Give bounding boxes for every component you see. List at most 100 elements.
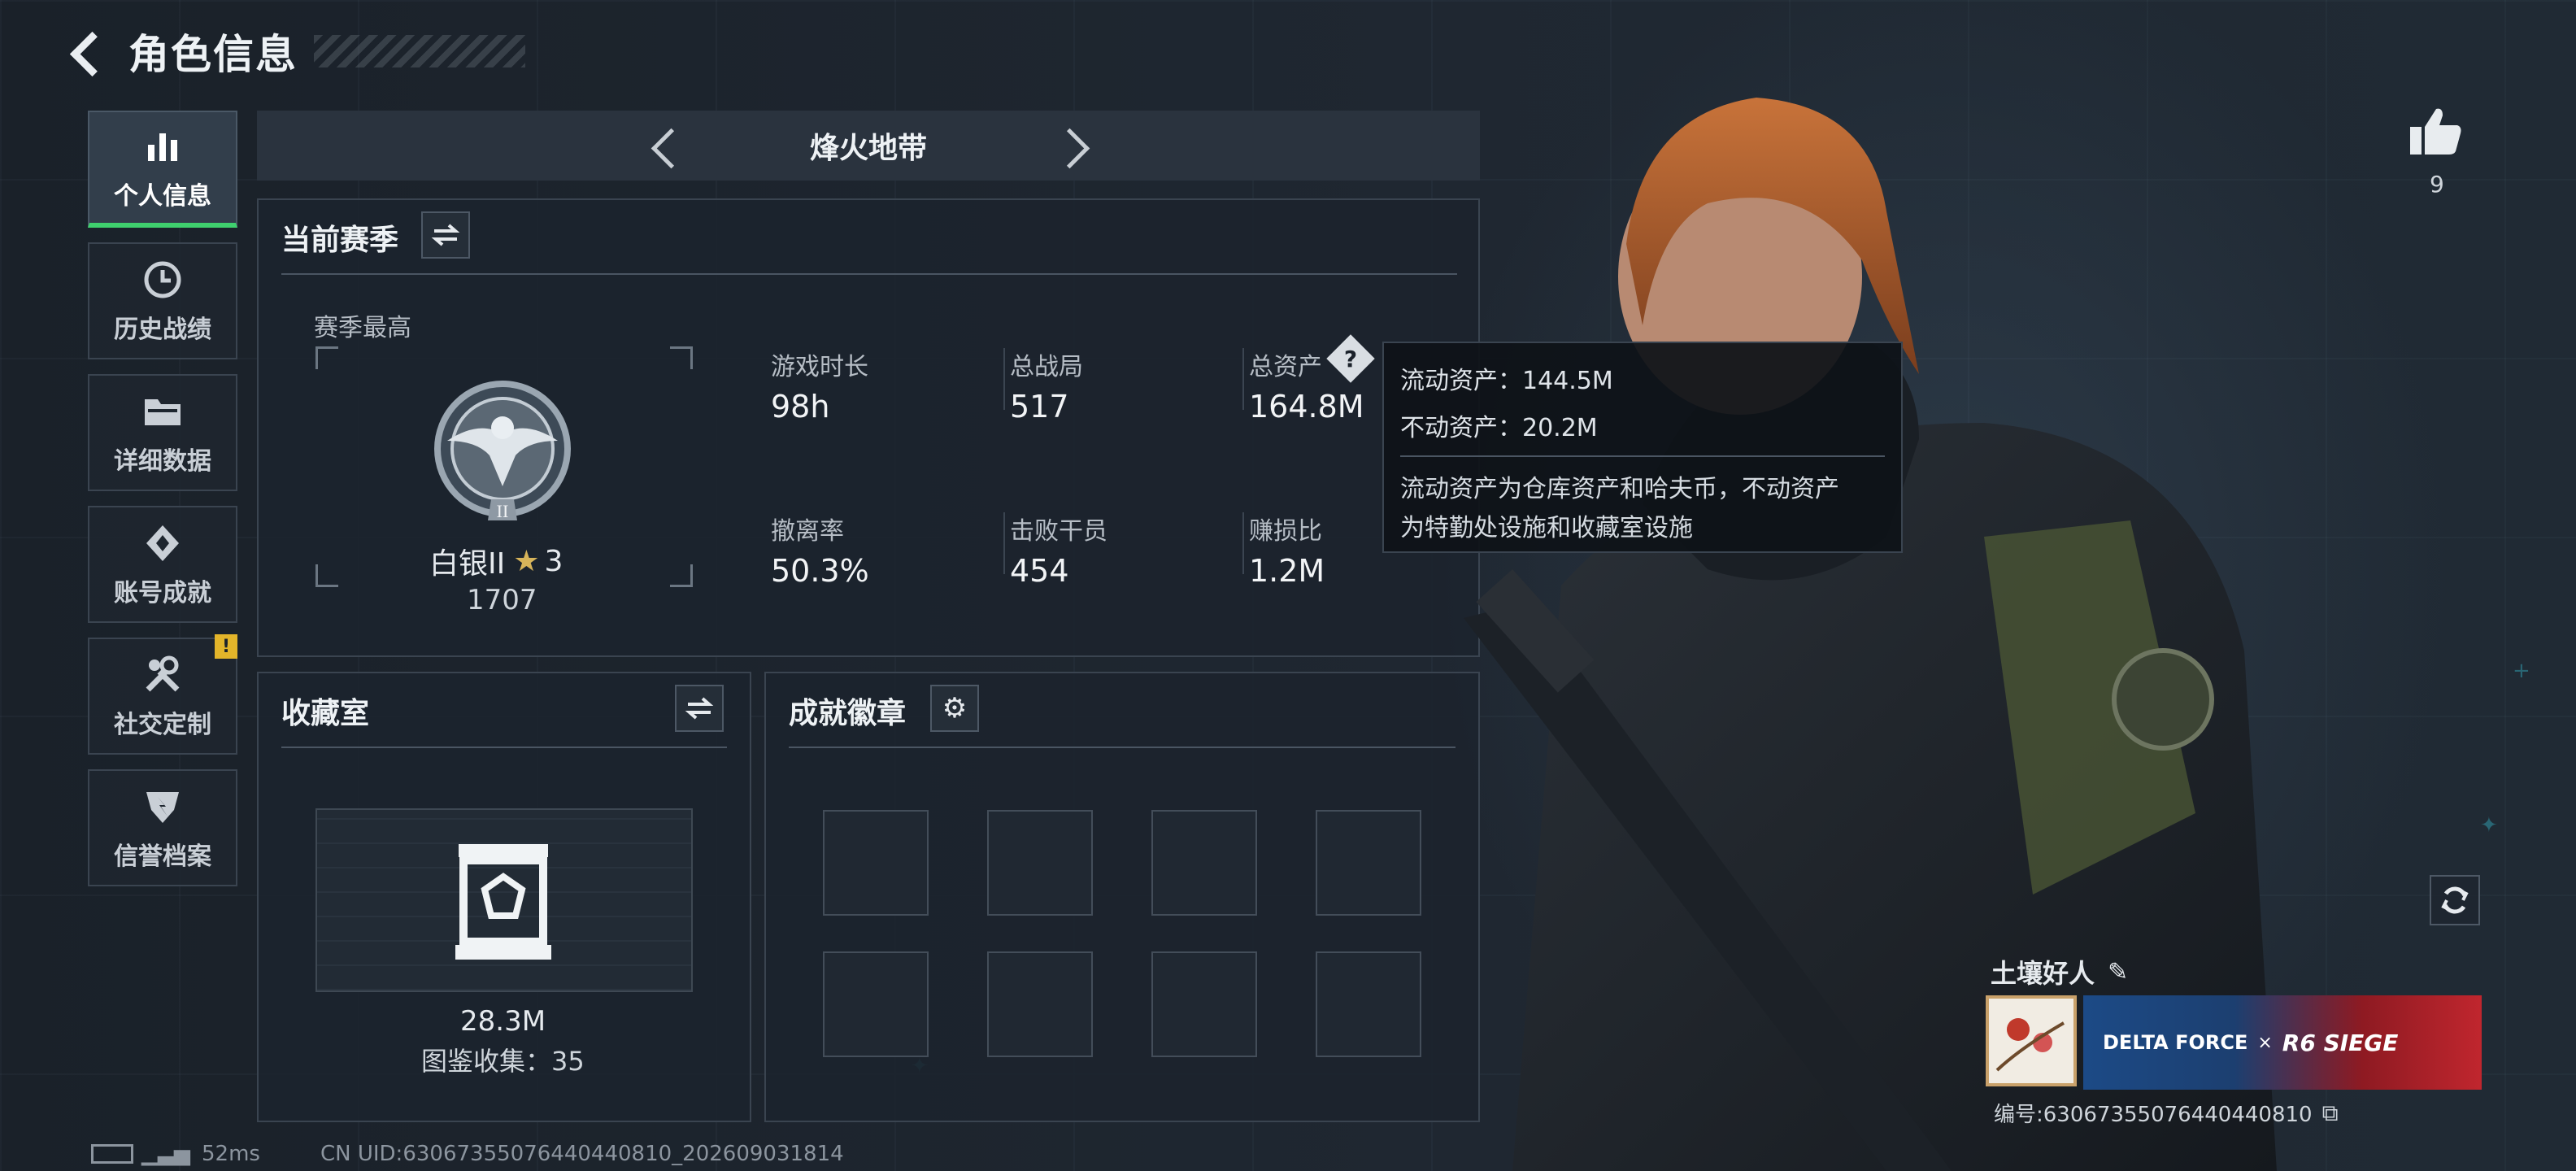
copy-icon[interactable]: ⧉: [2322, 1099, 2339, 1127]
avatar[interactable]: [1986, 995, 2077, 1086]
collection-title: 收藏室: [281, 697, 370, 730]
frame-corner: [670, 564, 693, 587]
badge-slot[interactable]: [1316, 810, 1421, 916]
sidebar-item-history[interactable]: 历史战绩: [88, 242, 237, 359]
stat-value-playtime: 98h: [771, 389, 830, 424]
stat-label-profit-ratio: 赚损比: [1249, 517, 1322, 546]
alert-badge: !: [215, 634, 237, 659]
stat-label-playtime: 游戏时长: [771, 353, 868, 381]
sparkle-decoration: ✦: [2480, 813, 2498, 838]
thumbs-up-icon[interactable]: [2408, 106, 2464, 159]
chevron-left-icon[interactable]: [639, 121, 688, 170]
mode-selector: 烽火地带: [257, 111, 1480, 181]
signal-icon: ▁▃▅: [141, 1142, 190, 1166]
divider: [281, 273, 1457, 275]
avatar-image: [1995, 1018, 2065, 1072]
stat-value-extract-rate: 50.3%: [771, 553, 869, 589]
player-id: 编号:630673550764404408​10: [1994, 1103, 2313, 1127]
sidebar: 个人信息 历史战绩 详细数据 账号成就 ! 社交定制 信誉档案: [88, 111, 237, 901]
badge-slot[interactable]: [823, 951, 929, 1057]
stat-value-matches: 517: [1010, 389, 1069, 424]
stat-label-extract-rate: 撤离率: [771, 517, 844, 546]
season-title: 当前赛季: [281, 224, 399, 257]
sidebar-item-social-custom[interactable]: ! 社交定制: [88, 634, 237, 755]
status-bar: ▁▃▅ 52ms CN UID:630673550764404408​10_20…: [91, 1142, 844, 1166]
banner-brand-siege: R6 SIEGE: [2282, 1029, 2399, 1056]
player-name: 土壤好人: [1991, 958, 2095, 989]
badge-slot[interactable]: [1316, 951, 1421, 1057]
rank-name-row: 白银II ★ 3: [429, 540, 563, 582]
folder-icon: [138, 389, 187, 434]
achievement-icon: [138, 520, 187, 566]
uid-text: CN UID:630673550764404408​10_20260903181…: [320, 1142, 844, 1166]
stat-divider: [1242, 512, 1244, 574]
help-icon-glyph: ?: [1343, 345, 1358, 372]
collection-value: 28.3M: [460, 1005, 546, 1038]
mode-title: 烽火地带: [809, 132, 927, 165]
tooltip-divider: [1400, 455, 1885, 457]
stat-divider: [1003, 348, 1005, 410]
sidebar-item-credit-file[interactable]: 信誉档案: [88, 769, 237, 886]
season-best-label: 赛季最高: [314, 314, 411, 342]
stat-value-assets: 164.8M: [1249, 389, 1364, 424]
sidebar-item-label: 历史战绩: [114, 316, 211, 344]
gear-icon: ⚙: [942, 692, 968, 725]
tooltip-desc-line1: 流动资产为仓库资产和哈夫币，不动资产: [1400, 475, 1839, 503]
player-name-row: 土壤好人 ✎: [1991, 953, 2128, 990]
refresh-icon: [2441, 886, 2469, 914]
assets-tooltip: 流动资产：144.5M 不动资产：20.2M 流动资产为仓库资产和哈夫币，不动资…: [1382, 342, 1903, 553]
banner-brand-delta-force: DELTA FORCE: [2103, 1031, 2248, 1054]
stat-divider: [1003, 512, 1005, 574]
sidebar-item-label: 个人信息: [114, 182, 211, 211]
sidebar-item-achievements[interactable]: 账号成就: [88, 506, 237, 623]
credit-shield-icon: [138, 784, 187, 829]
tooltip-fixed-assets: 不动资产：20.2M: [1400, 414, 1598, 442]
rank-emblem-icon: II: [431, 377, 574, 535]
tooltip-desc-line2: 为特勤处设施和收藏室设施: [1400, 514, 1693, 542]
like-count: 9: [2430, 171, 2444, 198]
clock-icon: [138, 257, 187, 303]
edit-pencil-icon[interactable]: ✎: [2108, 958, 2128, 986]
badge-slot[interactable]: [987, 951, 1093, 1057]
page-title: 角色信息: [128, 31, 298, 78]
stat-value-kills: 454: [1010, 553, 1069, 589]
ping-text: 52ms: [202, 1142, 260, 1166]
frame-corner: [670, 346, 693, 369]
sparkle-decoration: +: [2513, 659, 2530, 683]
name-card-banner[interactable]: DELTA FORCE × R6 SIEGE: [2083, 995, 2482, 1090]
title-decoration: [314, 35, 525, 67]
sidebar-item-detailed-data[interactable]: 详细数据: [88, 374, 237, 491]
tooltip-liquid-assets: 流动资产：144.5M: [1400, 367, 1613, 395]
divider: [281, 747, 727, 748]
rank-points: 1707: [467, 584, 537, 616]
frame-corner: [315, 346, 338, 369]
badge-slot[interactable]: [1151, 951, 1257, 1057]
chevron-right-icon[interactable]: [1049, 121, 1098, 170]
tools-icon: [138, 652, 187, 698]
stat-label-kills: 击败干员: [1010, 517, 1107, 546]
refresh-button[interactable]: [2430, 875, 2480, 925]
top-bar: 角色信息: [65, 23, 525, 80]
switch-season-button[interactable]: [421, 211, 470, 259]
sidebar-item-personal-info[interactable]: 个人信息: [88, 111, 237, 228]
badges-title: 成就徽章: [789, 697, 907, 730]
stat-divider: [1242, 348, 1244, 410]
player-id-row: 编号:630673550764404408​10 ⧉: [1994, 1098, 2339, 1128]
sidebar-item-label: 信誉档案: [114, 842, 211, 871]
sidebar-item-label: 账号成就: [114, 579, 211, 607]
bar-chart-icon: [138, 124, 187, 169]
stat-label-matches: 总战局: [1010, 353, 1083, 381]
sidebar-item-label: 社交定制: [114, 711, 211, 739]
badge-settings-button[interactable]: ⚙: [930, 685, 979, 732]
stat-value-profit-ratio: 1.2M: [1249, 553, 1325, 589]
badge-slot[interactable]: [1151, 810, 1257, 916]
badge-slot[interactable]: [823, 810, 929, 916]
divider: [789, 747, 1456, 748]
star-icon: ★: [513, 544, 540, 578]
rank-stars: 3: [544, 544, 564, 578]
frame-corner: [315, 564, 338, 587]
rank-name: 白银II: [429, 547, 506, 581]
back-arrow-icon[interactable]: [65, 27, 114, 76]
switch-collection-button[interactable]: [675, 685, 724, 732]
badge-slot[interactable]: [987, 810, 1093, 916]
